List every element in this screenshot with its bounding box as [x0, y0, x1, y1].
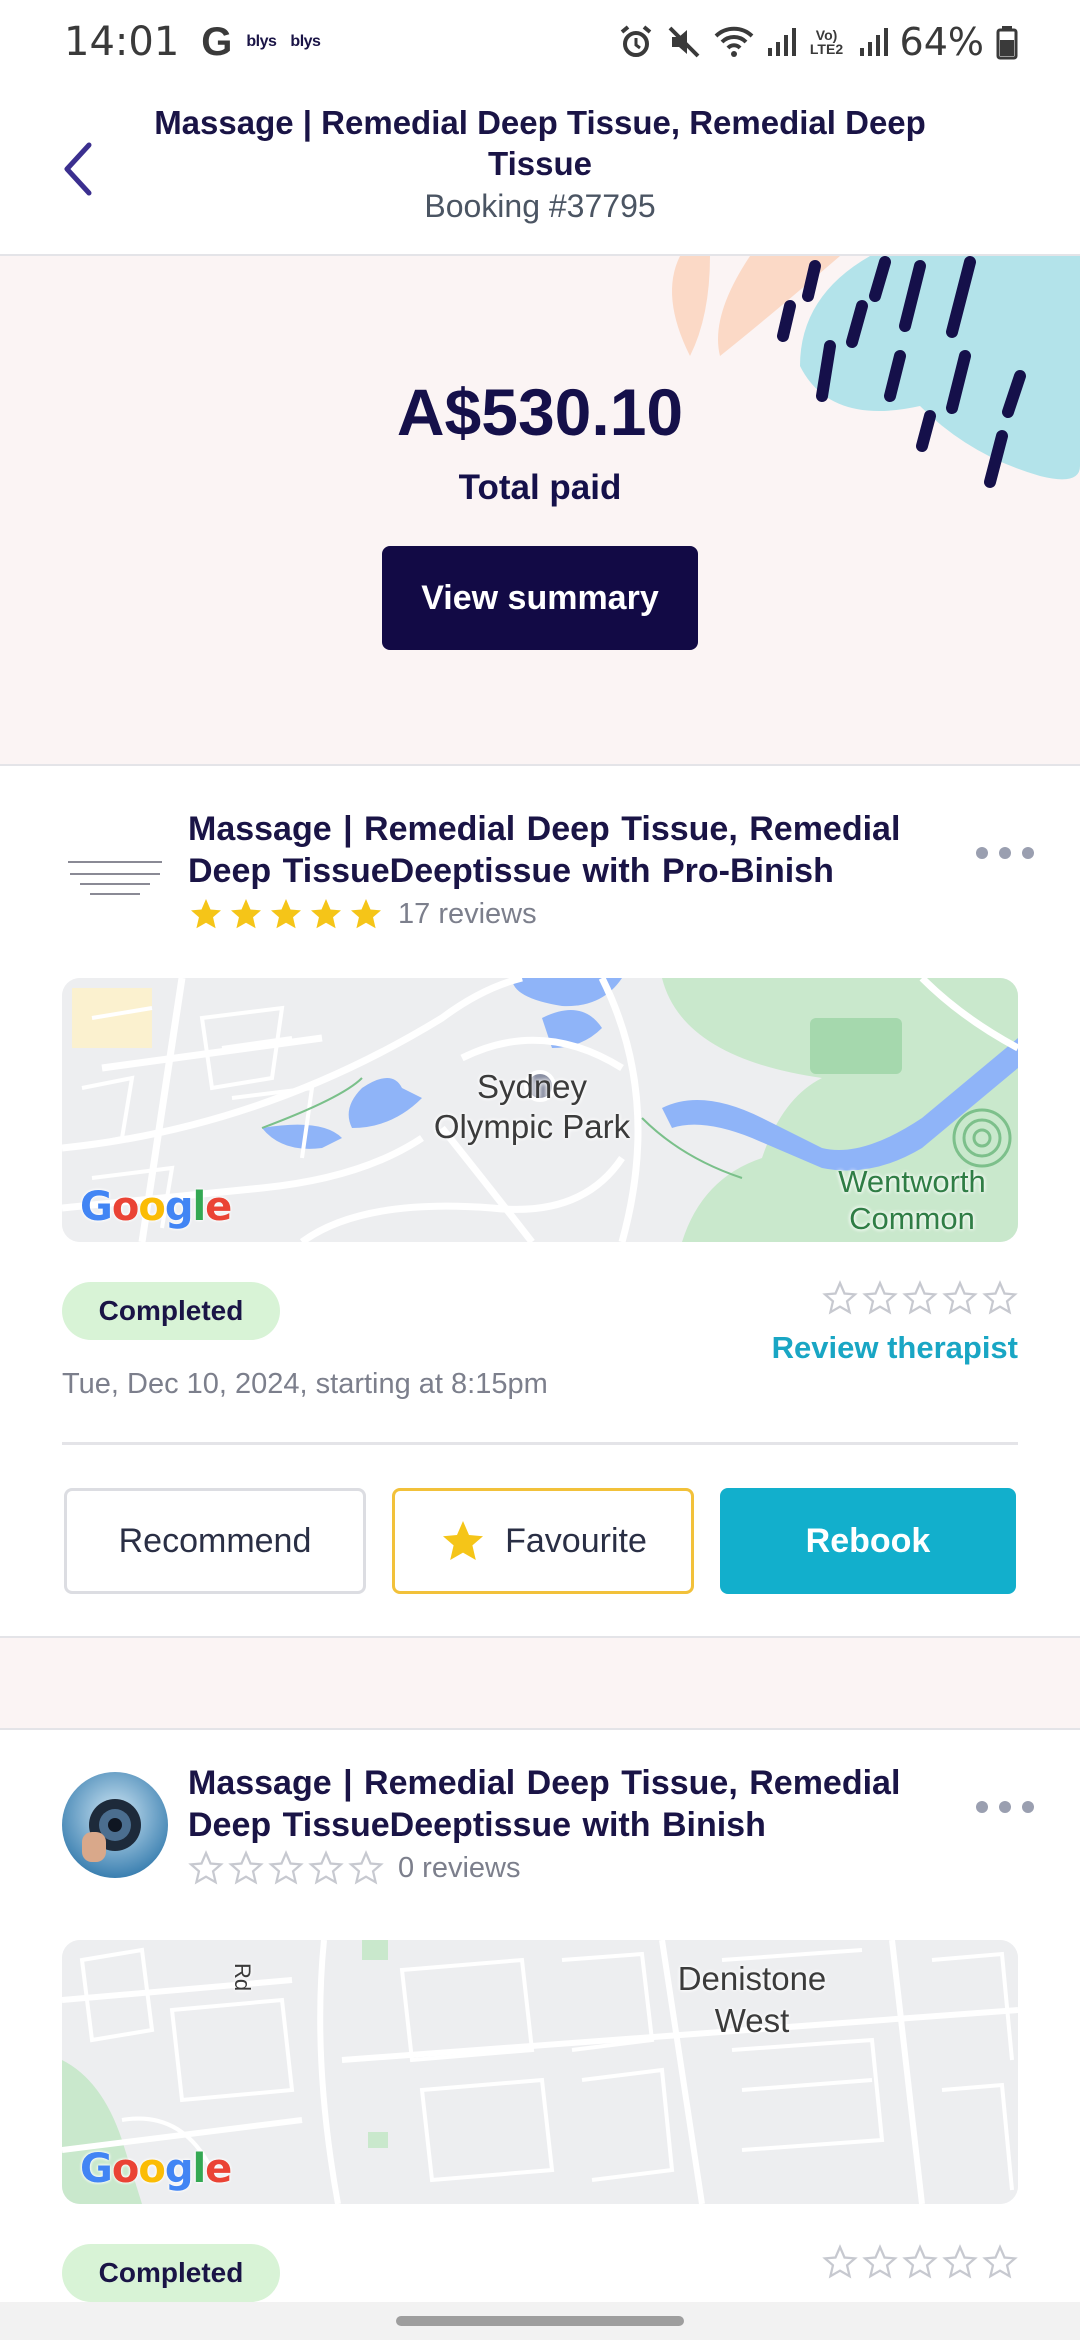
location-map[interactable]: Sydney Olympic Park Wentworth Common Goo… — [62, 978, 1018, 1242]
star-outline-icon — [228, 1850, 264, 1885]
star-filled-icon — [443, 1521, 484, 1560]
star-outline-icon[interactable] — [822, 2244, 858, 2280]
location-map[interactable]: Rd Denistone West Google — [62, 1940, 1018, 2204]
therapist-rating: 17 reviews — [188, 896, 537, 932]
dot — [1022, 847, 1034, 859]
status-time: 14:01 — [64, 19, 180, 65]
blys-app-icon-2: blys — [290, 33, 321, 50]
payment-summary-section: A$530.10 Total paid View summary — [0, 256, 1080, 764]
review-stars[interactable] — [822, 1280, 1018, 1316]
star-outline-icon[interactable] — [862, 1280, 898, 1316]
dot — [976, 1801, 988, 1813]
therapist-avatar[interactable] — [62, 818, 168, 924]
map-label: Rd — [230, 1962, 255, 1992]
blys-app-icon: blys — [246, 33, 277, 50]
therapist-avatar[interactable] — [62, 1772, 168, 1878]
view-summary-button[interactable]: View summary — [382, 546, 698, 650]
booking-date: Tue, Dec 10, 2024, starting at 8:15pm — [62, 1368, 548, 1400]
star-outline-icon[interactable] — [982, 1280, 1018, 1316]
star-filled-icon — [271, 899, 301, 929]
app-header: Massage | Remedial Deep Tissue, Remedial… — [0, 84, 1080, 256]
chevron-left-icon — [64, 142, 92, 196]
recommend-label: Recommend — [118, 1521, 312, 1560]
more-options-button[interactable] — [970, 1792, 1040, 1822]
google-app-icon: G — [201, 19, 233, 64]
mute-icon — [668, 26, 699, 58]
battery-percent: 64% — [899, 20, 984, 64]
star-outline-icon — [188, 1850, 224, 1885]
booking-number: Booking #37795 — [424, 188, 656, 224]
map-label: Denistone — [677, 1960, 827, 1997]
star-outline-icon[interactable] — [942, 2244, 978, 2280]
reviews-count: 17 reviews — [398, 897, 537, 930]
booking-title: Massage | Remedial Deep Tissue, Remedial… — [188, 810, 901, 890]
google-logo: Google — [80, 1184, 232, 1230]
booking-title: Massage | Remedial Deep Tissue, Remedial… — [188, 1764, 901, 1844]
review-stars[interactable] — [822, 2244, 1018, 2280]
map-label: Sydney — [476, 1068, 588, 1105]
dot — [1022, 1801, 1034, 1813]
booking-card: Massage | Remedial Deep Tissue, Remedial… — [0, 1732, 1080, 2302]
star-filled-icon — [191, 899, 221, 929]
signal-icon-2 — [859, 28, 888, 56]
battery-icon — [996, 26, 1018, 60]
reviews-count: 0 reviews — [398, 1851, 521, 1884]
rebook-label: Rebook — [805, 1521, 931, 1560]
star-outline-icon[interactable] — [862, 2244, 898, 2280]
star-outline-icon[interactable] — [902, 1280, 938, 1316]
total-amount: A$530.10 — [396, 375, 684, 449]
section-gap — [0, 1636, 1080, 1730]
total-paid-label: Total paid — [458, 468, 622, 507]
avatar-image — [62, 1772, 168, 1878]
home-gesture-handle[interactable] — [396, 2316, 684, 2326]
star-outline-icon[interactable] — [942, 1280, 978, 1316]
review-therapist-link[interactable]: Review therapist — [772, 1330, 1018, 1366]
star-filled-icon — [351, 899, 381, 929]
star-outline-icon — [308, 1850, 344, 1885]
signal-icon — [767, 28, 796, 56]
status-bar: 14:01 G blys blys Vo) LTE2 64% — [0, 0, 1080, 84]
star-outline-icon — [268, 1850, 304, 1885]
avatar-image — [62, 818, 168, 924]
favourite-button[interactable]: Favourite — [392, 1488, 694, 1594]
booking-card: Massage | Remedial Deep Tissue, Remedial… — [0, 766, 1080, 1636]
star-filled-icon — [231, 899, 261, 929]
star-outline-icon[interactable] — [902, 2244, 938, 2280]
volte-indicator: Vo) LTE2 — [809, 27, 844, 57]
rebook-button[interactable]: Rebook — [720, 1488, 1016, 1594]
star-outline-icon[interactable] — [982, 2244, 1018, 2280]
system-nav-bar — [0, 2302, 1080, 2340]
map-label: Common — [849, 1201, 975, 1236]
map-label: Wentworth — [838, 1164, 986, 1199]
star-outline-icon — [348, 1850, 384, 1885]
page-title: Massage | Remedial Deep Tissue, Remedial… — [154, 104, 926, 182]
dot — [976, 847, 988, 859]
wifi-icon — [714, 26, 753, 57]
divider — [62, 1442, 1018, 1445]
map-label: West — [714, 2002, 790, 2039]
therapist-rating: 0 reviews — [188, 1850, 521, 1886]
map-label: Olympic Park — [433, 1108, 631, 1145]
alarm-icon — [620, 25, 651, 57]
google-logo: Google — [80, 2146, 232, 2192]
more-options-button[interactable] — [970, 838, 1040, 868]
dot — [999, 847, 1011, 859]
dot — [999, 1801, 1011, 1813]
back-button[interactable] — [48, 134, 108, 204]
status-badge: Completed — [62, 2244, 280, 2302]
status-badge: Completed — [62, 1282, 280, 1340]
star-outline-icon[interactable] — [822, 1280, 858, 1316]
favourite-label: Favourite — [505, 1521, 647, 1560]
recommend-button[interactable]: Recommend — [64, 1488, 366, 1594]
star-filled-icon — [311, 899, 341, 929]
